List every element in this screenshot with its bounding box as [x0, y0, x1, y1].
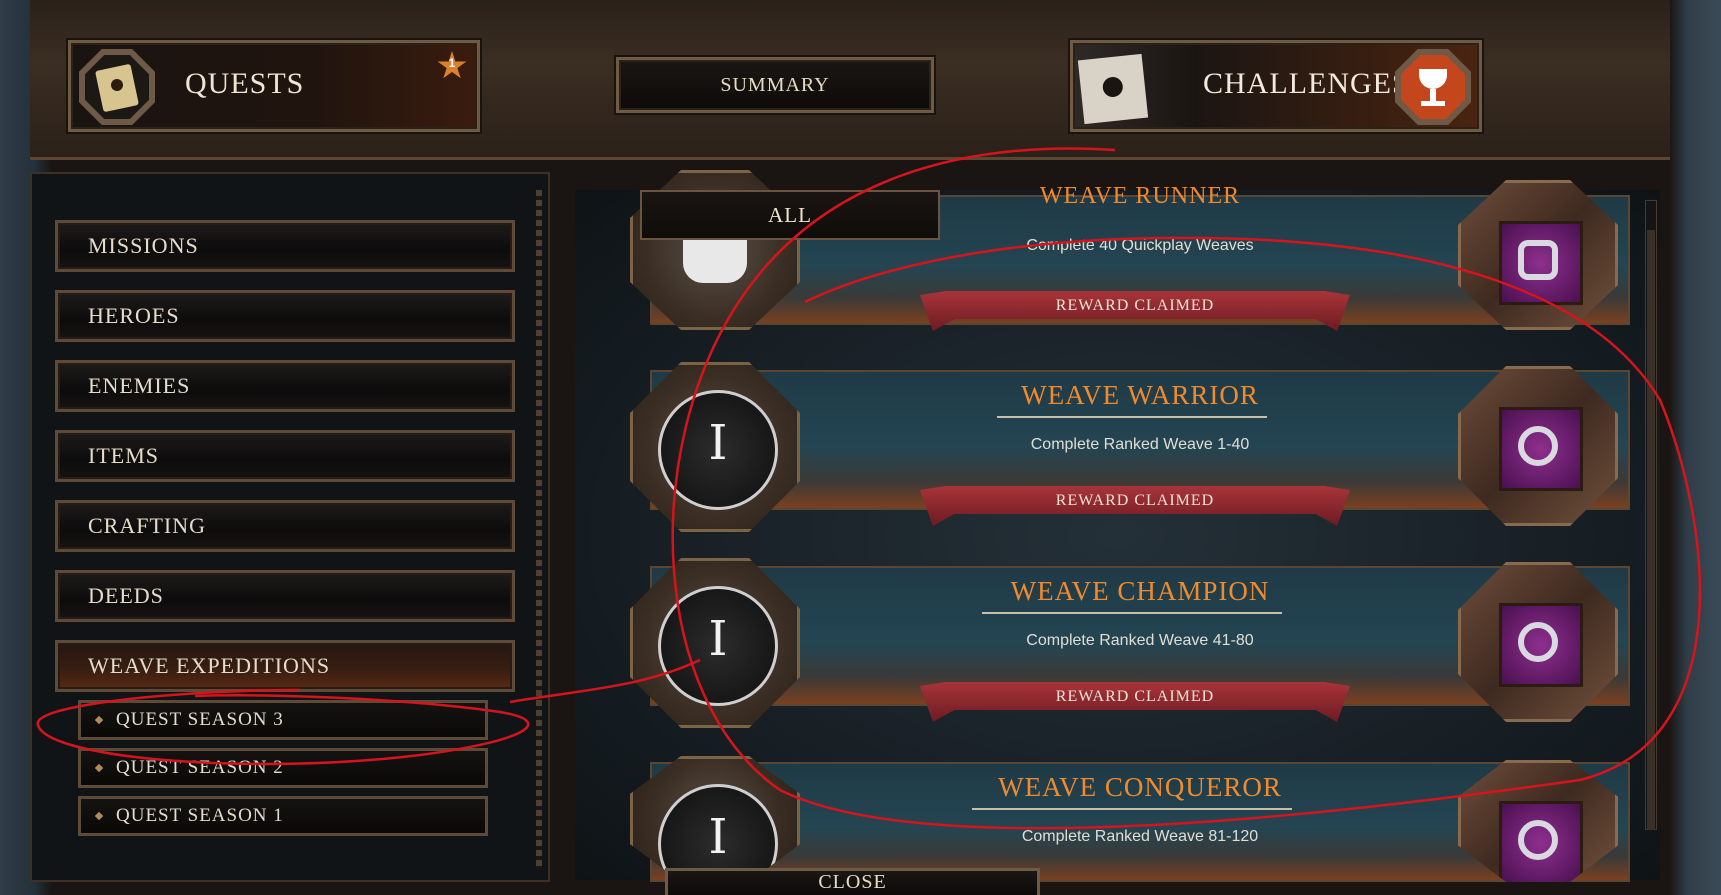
- annotation-arrow-line: [509, 658, 701, 704]
- annotation-loop-season3: [36, 688, 530, 766]
- quest-window: QUESTS 1 SUMMARY CHALLENGES MISSIONS HER…: [0, 0, 1721, 895]
- annotation-overlay: [36, 147, 1702, 830]
- annotation-loop-challenges: [671, 147, 1702, 830]
